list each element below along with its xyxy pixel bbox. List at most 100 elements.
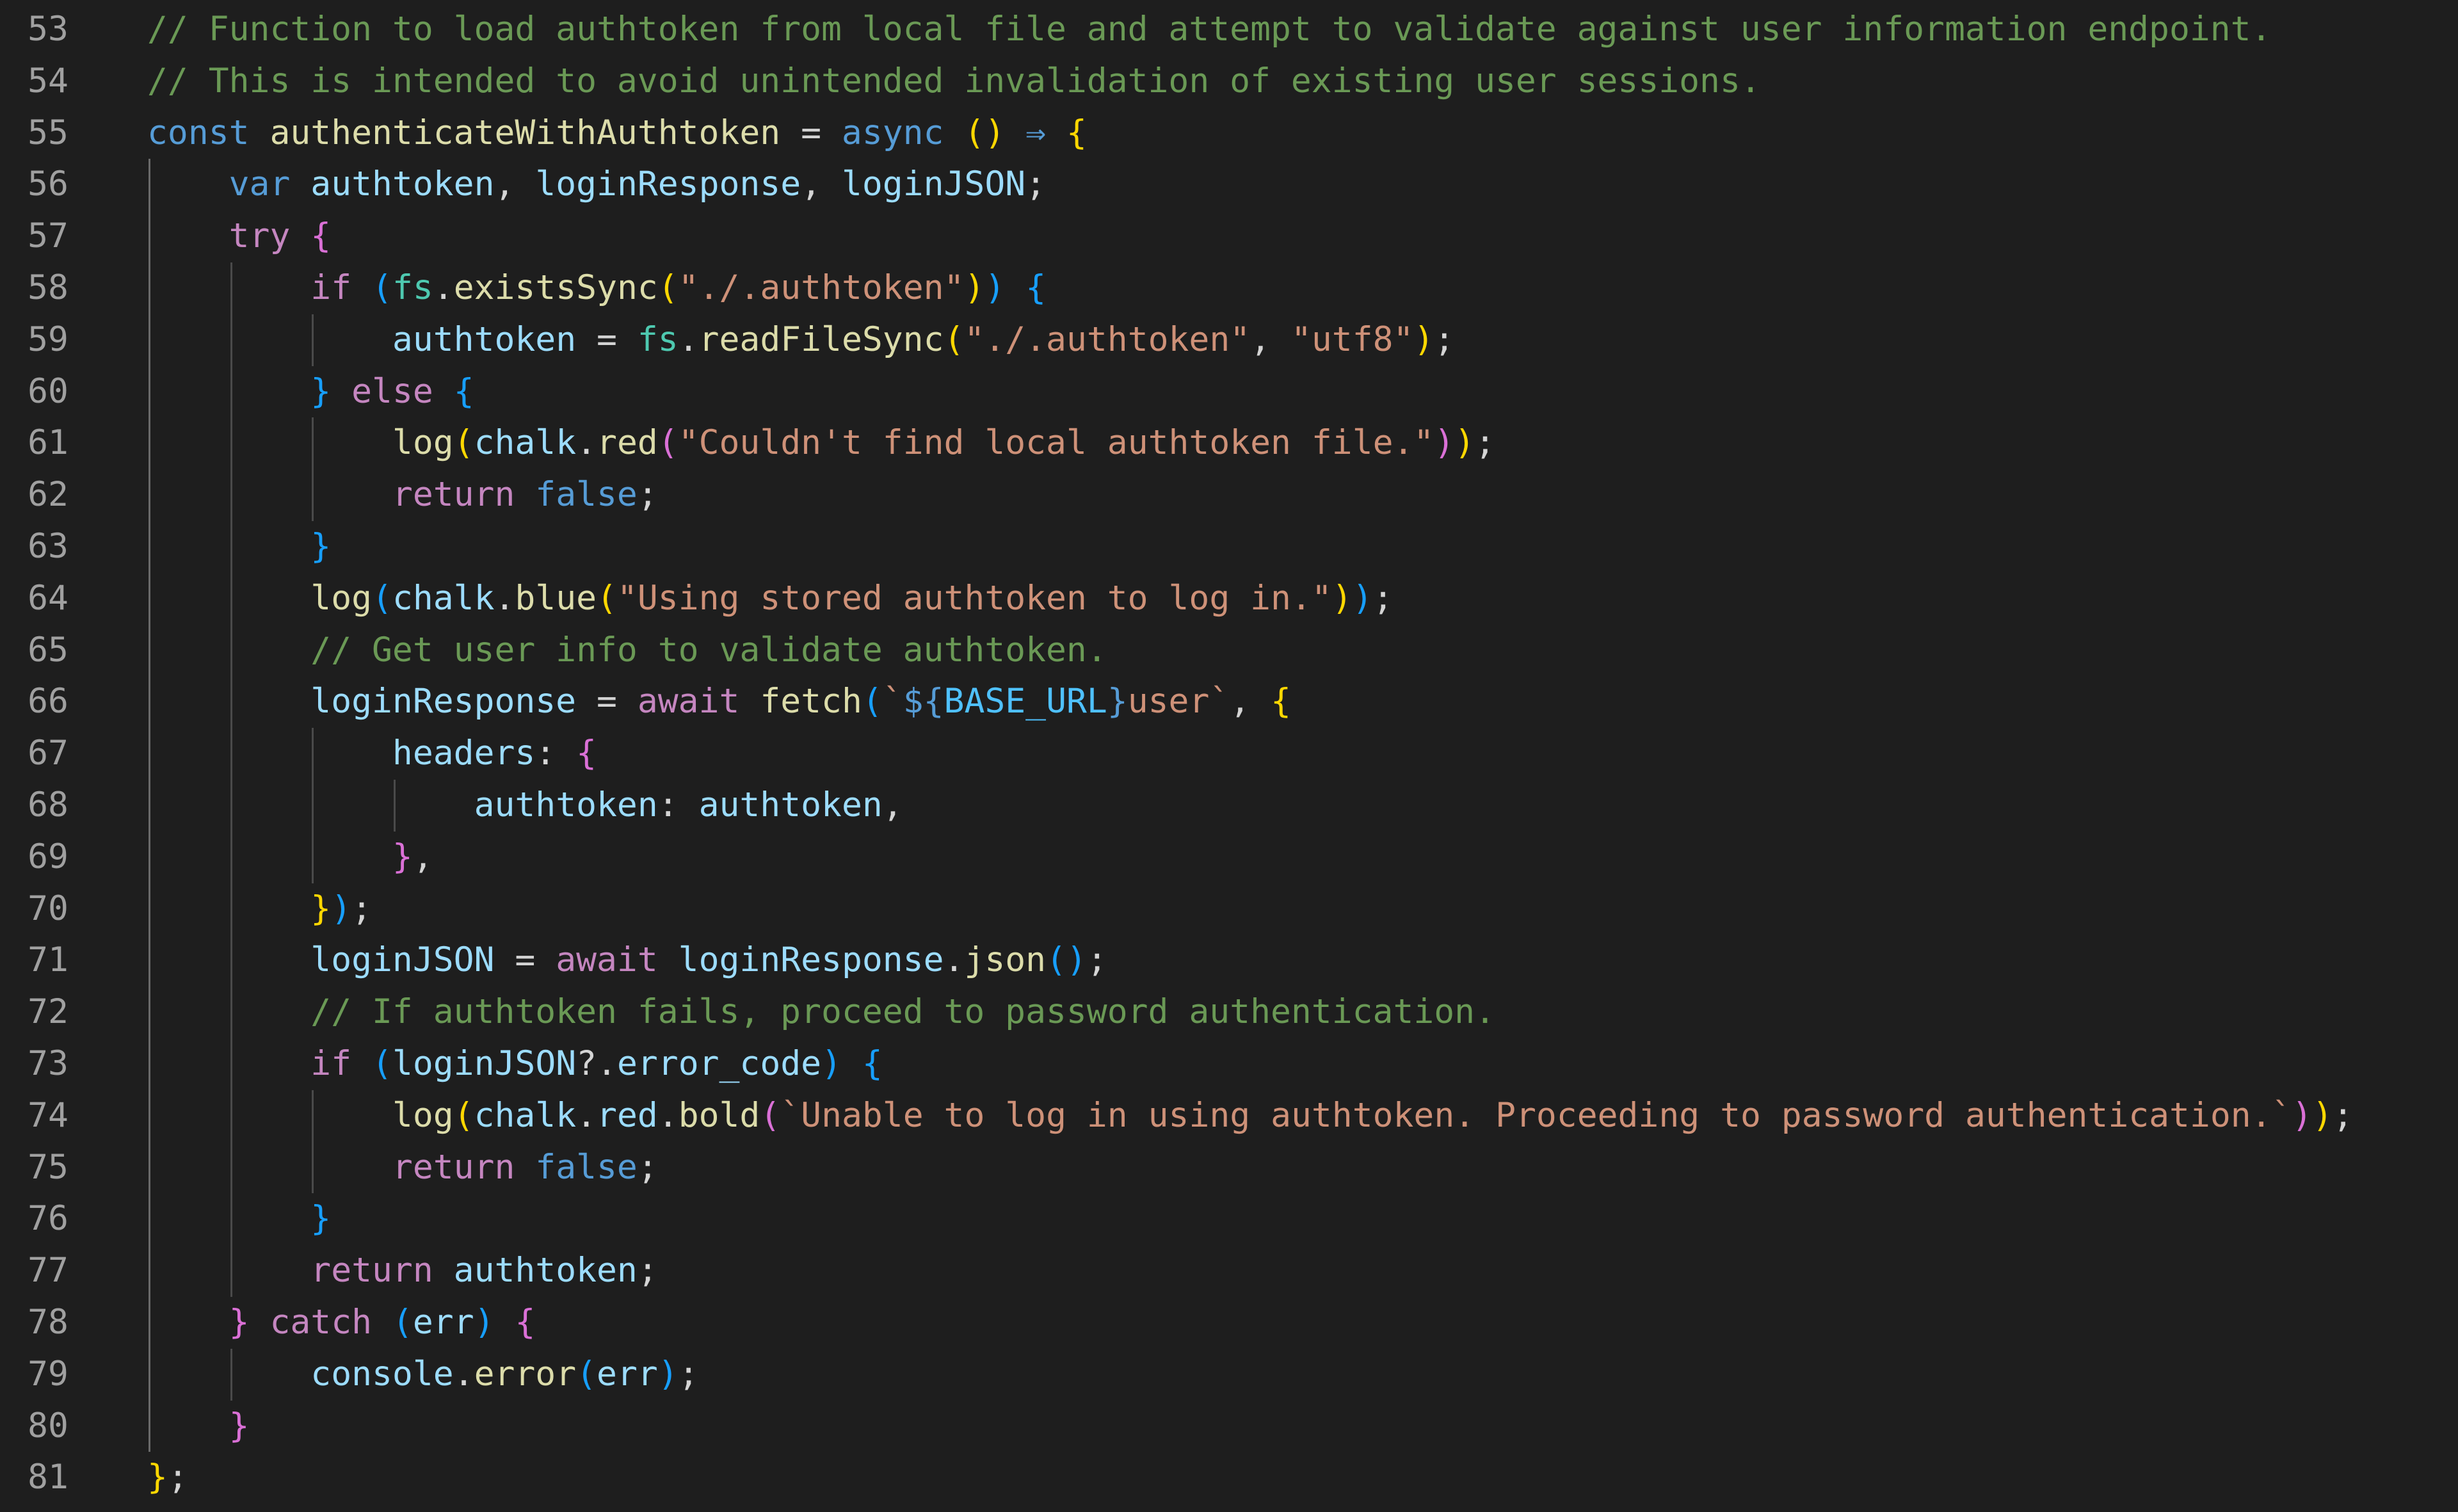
code-line[interactable]: 67 headers: { [0,728,2458,780]
code-line[interactable]: 77 return authtoken; [0,1245,2458,1297]
code-line[interactable]: 75 return false; [0,1142,2458,1194]
code-line[interactable]: 66 loginResponse = await fetch(`${BASE_UR… [0,676,2458,728]
indent-guide [312,728,314,883]
code-token: = [576,682,638,721]
code-line[interactable]: 73 if (loginJSON?.error_code) { [0,1038,2458,1090]
code-line[interactable]: 54 // This is intended to avoid unintende… [0,56,2458,108]
line-number: 81 [28,1458,68,1497]
code-line[interactable]: 70}); [0,883,2458,935]
line-number: 64 [28,578,68,618]
code-line[interactable]: 53 // Function to load authtoken from loc… [0,4,2458,56]
code-token: . [657,1095,679,1135]
code-token: = [576,319,638,359]
code-token: if [310,1044,352,1083]
code-token: . [433,268,454,307]
code-token: = [494,940,556,980]
code-token: ) [1331,578,1353,618]
code-token: , [494,165,536,204]
code-token: console [310,1354,454,1394]
code-token: fetch [760,682,862,721]
line-number: 73 [28,1044,68,1083]
code-line[interactable]: 69}, [0,832,2458,883]
code-token: return [392,1147,515,1187]
code-token: ( [372,578,392,618]
code-text: } [310,1193,331,1245]
code-token: ) [331,889,352,928]
code-text: } catch (err) { [229,1297,536,1349]
code-token: } [229,1406,250,1445]
code-line[interactable]: 72 // If authtoken fails, proceed to pass… [0,986,2458,1038]
line-number: 58 [28,268,68,307]
code-line[interactable]: 55 const authenticateWithAuthtoken = asyn… [0,108,2458,159]
code-text: var authtoken, loginResponse, loginJSON; [229,159,1046,211]
code-token: chalk [474,423,577,463]
code-token: readFileSync [698,319,944,359]
code-token: fs [637,319,679,359]
code-text: return authtoken; [310,1245,657,1297]
code-line[interactable]: 65 // Get user info to validate authtoken… [0,625,2458,677]
code-line[interactable]: 61 log(chalk.red("Couldn't find local aut… [0,417,2458,469]
code-token: fs [392,268,433,307]
code-line[interactable]: 63} [0,521,2458,573]
code-line[interactable]: 79 console.error(err); [0,1349,2458,1401]
code-line[interactable]: 57 try { [0,211,2458,262]
code-text: if (loginJSON?.error_code) { [310,1038,883,1090]
code-line[interactable]: 68 authtoken: authtoken, [0,780,2458,832]
line-number: 54 [28,61,68,101]
code-text: // This is intended to avoid unintended … [147,56,1761,108]
line-number: 71 [28,940,68,980]
indent-guide [312,314,314,366]
code-line[interactable]: 78 } catch (err) { [0,1297,2458,1349]
code-token: { [310,216,332,256]
code-token: , [1250,319,1291,359]
code-line[interactable]: 60} else { [0,366,2458,418]
code-token: "./.authtoken" [964,319,1251,359]
code-token: ; [351,889,373,928]
code-token: "./.authtoken" [678,268,965,307]
line-number: 78 [28,1303,68,1342]
code-text: log(chalk.red.bold(`Unable to log in usi… [392,1090,2353,1142]
line-number: 61 [28,423,68,463]
code-line[interactable]: 59 authtoken = fs.readFileSync("./.authto… [0,314,2458,366]
code-line[interactable]: 76} [0,1193,2458,1245]
code-token: { [576,734,597,773]
line-number: 63 [28,527,68,566]
code-token: ) [474,1303,495,1342]
code-token: , [882,785,903,824]
code-token: ⇒ [1025,113,1047,152]
code-token: ; [637,1147,658,1187]
code-line[interactable]: 56 var authtoken, loginResponse, loginJSO… [0,159,2458,211]
code-token: ( [944,319,965,359]
code-token: ` [882,682,903,721]
code-token: false [535,1147,638,1187]
code-token: red [597,1095,658,1135]
code-text: loginJSON = await loginResponse.json(); [310,935,1107,986]
code-editor[interactable]: 53 // Function to load authtoken from loc… [0,0,2458,1512]
code-token: ; [637,1251,658,1291]
code-token: ) [984,268,1006,307]
code-token: ) [1454,423,1475,463]
line-number: 59 [28,319,68,359]
code-line[interactable]: 58 if (fs.existsSync("./.authtoken")) { [0,262,2458,314]
code-token: . [678,319,699,359]
code-token: "utf8" [1290,319,1414,359]
code-line[interactable]: 74 log(chalk.red.bold(`Unable to log in u… [0,1090,2458,1142]
code-token: ( [657,423,679,463]
code-token: catch [269,1303,373,1342]
code-text: } [310,521,331,573]
code-line[interactable]: 71 loginJSON = await loginResponse.json()… [0,935,2458,986]
code-text: }, [392,832,433,883]
code-line[interactable]: 81}; [0,1452,2458,1504]
code-token: { [453,371,474,411]
code-token: headers [392,734,536,773]
code-line[interactable]: 62 return false; [0,469,2458,521]
code-token: } [229,1303,250,1342]
code-token: ; [1372,578,1394,618]
line-number: 56 [28,165,68,204]
code-line[interactable]: 64 log(chalk.blue("Using stored authtoken… [0,573,2458,625]
code-token: ; [167,1458,188,1497]
code-line[interactable]: 80} [0,1401,2458,1452]
